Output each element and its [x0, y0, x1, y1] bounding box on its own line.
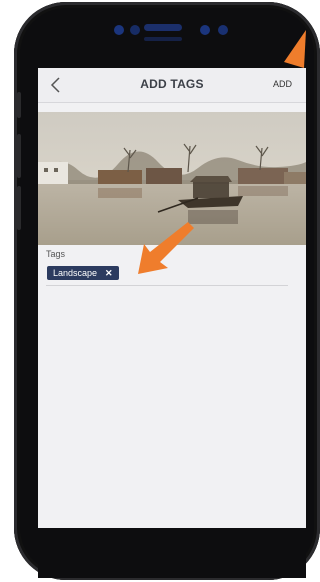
tag-chip[interactable]: Landscape ✕: [47, 266, 119, 280]
nav-bar: ADD TAGS ADD: [38, 68, 306, 103]
camera-dot: [200, 25, 210, 35]
phone-chin: [38, 528, 306, 578]
tags-label: Tags: [46, 249, 66, 259]
camera-dot: [218, 25, 228, 35]
speaker-grille: [144, 24, 182, 31]
add-button[interactable]: ADD: [273, 79, 292, 89]
sensor-dot: [114, 25, 124, 35]
app-screen: ADD TAGS ADD Tags Landscape ✕: [38, 68, 306, 528]
sensor-dot: [130, 25, 140, 35]
speaker-grille: [144, 37, 182, 41]
tag-chip-label: Landscape: [53, 268, 98, 278]
close-icon[interactable]: ✕: [105, 268, 113, 279]
volume-up-button: [17, 134, 21, 178]
tags-input-underline: [46, 285, 288, 286]
page-title: ADD TAGS: [140, 77, 204, 91]
mute-switch: [17, 92, 21, 118]
annotation-arrow-icon: [284, 30, 306, 68]
volume-down-button: [17, 186, 21, 230]
annotation-arrow-icon: [138, 222, 194, 274]
notch: [92, 14, 242, 48]
